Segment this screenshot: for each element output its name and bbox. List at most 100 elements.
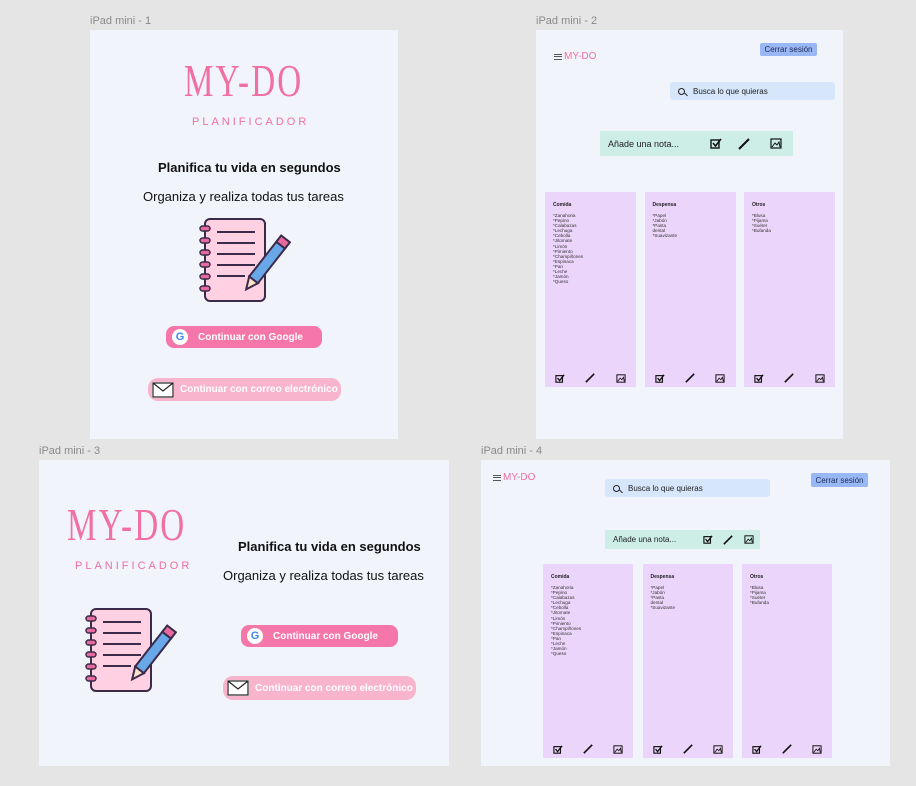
note-column-list: *Papel *Jabón *Pasta dental *Suavizante xyxy=(651,585,676,610)
note-column-title: Otros xyxy=(750,574,764,580)
image-icon[interactable] xyxy=(738,535,760,544)
brand-logo: MY-DO xyxy=(184,55,304,106)
continue-email-label: Continuar con correo electrónico xyxy=(180,384,338,395)
brand-logo: MY-DO xyxy=(67,499,187,550)
menu-brand[interactable]: MY-DO xyxy=(493,472,535,483)
note-column-toolbar xyxy=(543,744,633,754)
note-column-list: *Zanahoria *Pepino *Calabazas *Lechuga *Cebo… xyxy=(551,585,581,656)
continue-email-label: Continuar con correo electrónico xyxy=(255,682,413,694)
note-column-title: Comida xyxy=(553,202,572,208)
frame-label-1: iPad mini - 1 xyxy=(90,15,152,27)
search-input[interactable]: Busca lo que quieras xyxy=(670,82,835,100)
app-brand: MY-DO xyxy=(503,472,536,483)
headline: Planifica tu vida en segundos xyxy=(238,539,421,554)
image-icon[interactable] xyxy=(759,138,793,149)
pen-icon[interactable] xyxy=(682,744,693,754)
pen-icon[interactable] xyxy=(585,373,596,383)
checkbox-icon[interactable] xyxy=(703,138,729,149)
tagline: Organiza y realiza todas tus tareas xyxy=(143,189,344,204)
search-placeholder: Busca lo que quieras xyxy=(693,86,768,96)
add-note-bar[interactable]: Añade una nota... xyxy=(600,131,793,156)
notebook-illustration xyxy=(85,608,177,692)
list-item: *Queso xyxy=(551,651,567,657)
note-column-list: *Blusa *Pijama *Suéter *Bufanda xyxy=(750,585,769,605)
continue-google-label: Continuar con Google xyxy=(273,630,378,642)
logout-button[interactable]: Cerrar sesión xyxy=(760,43,817,56)
hamburger-icon[interactable] xyxy=(554,52,562,61)
continue-google-button[interactable]: G Continuar con Google xyxy=(166,326,322,348)
pen-icon[interactable] xyxy=(685,373,695,383)
pen-icon[interactable] xyxy=(718,534,738,545)
note-column-toolbar xyxy=(744,373,835,383)
note-column-list: *Blusa *Pijama *Suéter *Bufanda xyxy=(752,213,771,233)
list-item: *Queso xyxy=(553,279,569,285)
note-column-title: Despensa xyxy=(652,202,677,208)
note-column-toolbar xyxy=(645,373,736,383)
note-column-toolbar xyxy=(643,744,733,754)
note-column-toolbar xyxy=(742,744,832,754)
note-column-title: Otros xyxy=(752,202,766,208)
note-column-list: *Zanahoria *Pepino *Calabazas *Lechuga *Cebo… xyxy=(553,213,583,284)
checkbox-icon[interactable] xyxy=(555,373,565,383)
app-brand: MY-DO xyxy=(564,51,597,62)
search-placeholder: Busca lo que quieras xyxy=(628,483,703,493)
image-icon[interactable] xyxy=(712,744,723,754)
list-item: *Suavizante xyxy=(650,605,676,611)
google-g-icon: G xyxy=(247,628,263,644)
continue-google-label: Continuar con Google xyxy=(198,331,303,343)
checkbox-icon[interactable] xyxy=(654,373,665,383)
notebook-illustration xyxy=(199,218,291,302)
frame-label-2: iPad mini - 2 xyxy=(536,15,598,27)
note-column-list: *Papel *Jabón *Pasta dental *Suavizante xyxy=(653,213,678,238)
brand-subtitle: PLANIFICADOR xyxy=(192,116,310,128)
hamburger-icon[interactable] xyxy=(493,473,501,482)
note-column[interactable]: Otros *Blusa *Pijama *Suéter *Bufanda xyxy=(744,192,835,387)
list-item: *Bufanda xyxy=(750,600,769,606)
list-item: *Bufanda xyxy=(752,228,771,234)
pen-icon[interactable] xyxy=(782,744,792,754)
add-note-input[interactable]: Añade una nota... xyxy=(600,139,703,149)
list-item: *Suavizante xyxy=(652,233,678,239)
tagline: Organiza y realiza todas tus tareas xyxy=(223,568,424,583)
add-note-input[interactable]: Añade una nota... xyxy=(605,535,698,544)
search-icon xyxy=(613,484,620,492)
note-column[interactable]: Despensa *Papel *Jabón *Pasta dental *Suaviza… xyxy=(644,192,736,387)
headline: Planifica tu vida en segundos xyxy=(158,160,341,175)
envelope-icon xyxy=(152,381,174,398)
image-icon[interactable] xyxy=(815,373,825,383)
image-icon[interactable] xyxy=(616,373,626,383)
continue-email-button[interactable]: Continuar con correo electrónico xyxy=(148,378,341,401)
pen-icon[interactable] xyxy=(784,373,795,383)
note-column-title: Comida xyxy=(551,574,570,580)
logout-button[interactable]: Cerrar sesión xyxy=(811,473,868,487)
image-icon[interactable] xyxy=(613,744,623,754)
add-note-bar[interactable]: Añade una nota... xyxy=(605,530,760,549)
search-input[interactable]: Busca lo que quieras xyxy=(605,479,770,497)
ipad-mini-4-frame: MY-DO Cerrar sesión Busca lo que quieras… xyxy=(481,460,890,766)
checkbox-icon[interactable] xyxy=(553,744,563,754)
menu-brand[interactable]: MY-DO xyxy=(554,51,596,62)
note-column[interactable]: Otros *Blusa *Pijama *Suéter *Bufanda xyxy=(742,564,832,758)
checkbox-icon[interactable] xyxy=(752,744,762,754)
ipad-mini-1-frame: MY-DO PLANIFICADOR Planifica tu vida en … xyxy=(90,30,398,439)
checkbox-icon[interactable] xyxy=(698,535,718,544)
checkbox-icon[interactable] xyxy=(652,744,663,754)
note-column[interactable]: Despensa *Papel *Jabón *Pasta dental *Suaviza… xyxy=(642,564,733,758)
checkbox-icon[interactable] xyxy=(754,373,764,383)
image-icon[interactable] xyxy=(715,373,725,383)
search-icon xyxy=(678,87,685,95)
google-g-icon: G xyxy=(172,329,188,345)
pen-icon[interactable] xyxy=(583,744,593,754)
note-column-toolbar xyxy=(545,373,636,383)
note-column-title: Despensa xyxy=(650,574,675,580)
ipad-mini-2-frame: MY-DO Cerrar sesión Busca lo que quieras… xyxy=(536,30,843,439)
frame-label-4: iPad mini - 4 xyxy=(481,445,543,457)
note-column[interactable]: Comida *Zanahoria *Pepino *Calabazas *Lechug… xyxy=(545,192,636,387)
note-column[interactable]: Comida *Zanahoria *Pepino *Calabazas *Lechug… xyxy=(543,564,633,758)
pen-icon[interactable] xyxy=(729,137,759,150)
continue-google-button[interactable]: G Continuar con Google xyxy=(241,625,398,647)
envelope-icon xyxy=(227,680,249,696)
ipad-mini-3-frame: MY-DO PLANIFICADOR Planifica tu vida en … xyxy=(39,460,449,766)
image-icon[interactable] xyxy=(812,744,822,754)
continue-email-button[interactable]: Continuar con correo electrónico xyxy=(223,676,416,700)
